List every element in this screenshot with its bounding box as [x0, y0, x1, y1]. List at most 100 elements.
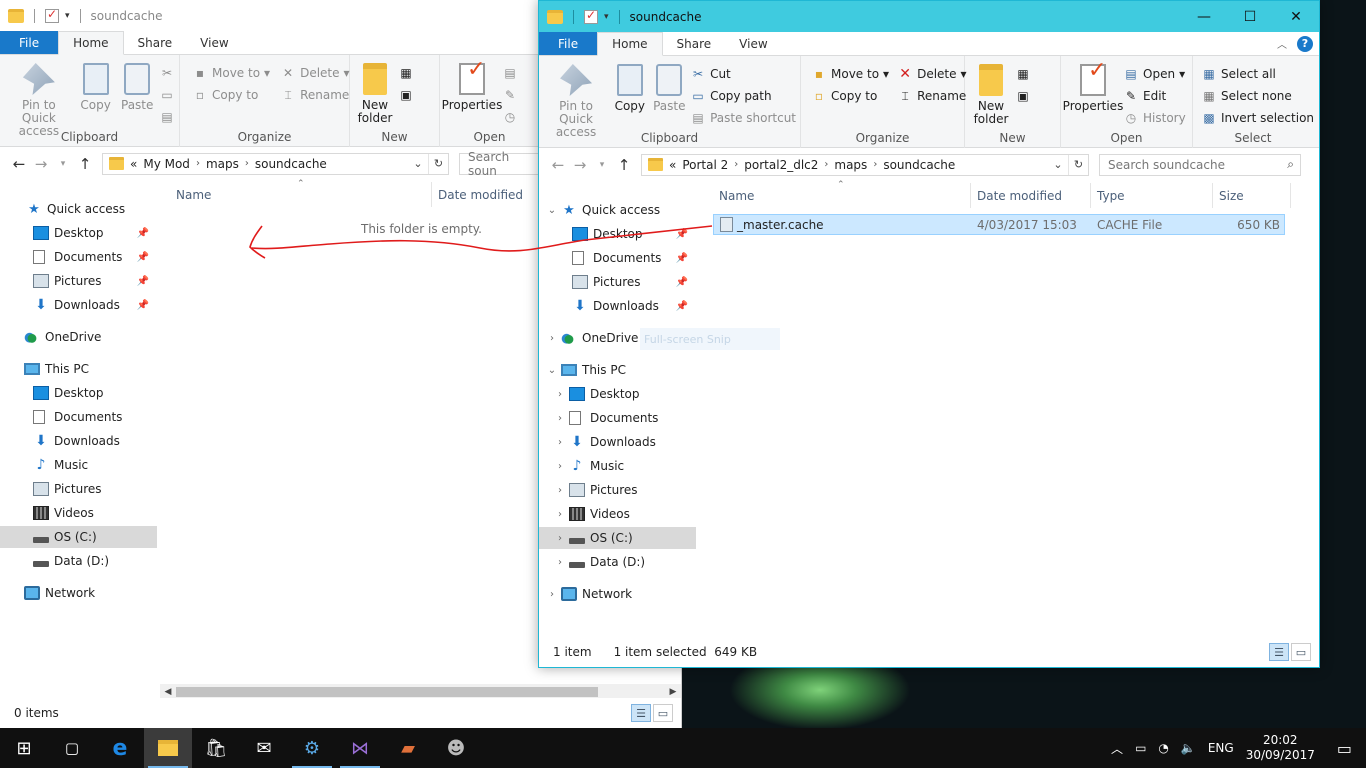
back-arrow-icon[interactable]: ← [547, 156, 569, 174]
battery-icon[interactable]: ▭ [1135, 741, 1146, 755]
column-header-date[interactable]: Date modified [432, 182, 552, 207]
nav-item-documents[interactable]: Documents [0, 406, 157, 428]
tab-view[interactable]: View [725, 32, 781, 55]
breadcrumb-separator-icon[interactable]: › [824, 159, 828, 170]
nav-item-desktop[interactable]: Desktop [0, 382, 157, 404]
breadcrumb-separator-icon[interactable]: › [734, 159, 738, 170]
wifi-icon[interactable]: ◔ [1158, 741, 1168, 755]
nav-item-desktop[interactable]: › Desktop [539, 383, 696, 405]
nav-item-data-d[interactable]: Data (D:) [0, 550, 157, 572]
nav-onedrive[interactable]: OneDrive [0, 326, 157, 348]
start-icon[interactable]: ⊞ [0, 728, 48, 768]
cut-icon[interactable]: ✂ [159, 65, 175, 81]
nav-item-os-c[interactable]: › OS (C:) [539, 527, 696, 549]
move-to-button[interactable]: ▪ Move to ▾ [192, 65, 270, 81]
expand-chevron-icon[interactable]: › [553, 389, 567, 400]
nav-item-os-c[interactable]: OS (C:) [0, 526, 157, 548]
breadcrumb-item[interactable]: portal2_dlc2 [744, 158, 818, 172]
action-center-icon[interactable]: ▭ [1337, 739, 1352, 758]
refresh-icon[interactable]: ↻ [1068, 154, 1088, 175]
customize-toolbar-caret-icon[interactable]: ▾ [65, 11, 70, 21]
paste-shortcut-button[interactable]: ▤ Paste shortcut [690, 110, 796, 126]
overflow-chevron[interactable]: « [130, 157, 137, 171]
expand-chevron-icon[interactable]: › [553, 533, 567, 544]
large-icons-view-icon[interactable]: ▭ [653, 704, 673, 722]
nav-quick-access[interactable]: ⌄ ★ Quick access [539, 199, 696, 221]
history-icon[interactable]: ◷ [502, 109, 518, 125]
address-bar[interactable]: « Portal 2 › portal2_dlc2 › maps › sound… [641, 153, 1089, 176]
nav-network[interactable]: › Network [539, 583, 696, 605]
breadcrumb-separator-icon[interactable]: › [873, 159, 877, 170]
maximize-icon[interactable]: ☐ [1227, 1, 1273, 32]
breadcrumb-item[interactable]: soundcache [255, 157, 327, 171]
select-all-button[interactable]: ▦ Select all [1201, 66, 1314, 82]
store-icon[interactable]: 🛍 [192, 728, 240, 768]
recent-locations-chevron-icon[interactable]: ▾ [52, 159, 74, 169]
properties-icon[interactable] [45, 7, 59, 23]
column-header-name[interactable]: Name ⌃ [160, 179, 432, 207]
scrollbar-thumb[interactable] [176, 687, 598, 697]
tab-share[interactable]: Share [124, 31, 187, 54]
edit-icon[interactable]: ✎ [502, 87, 518, 103]
details-view-icon[interactable]: ☰ [631, 704, 651, 722]
expand-chevron-icon[interactable]: › [553, 509, 567, 520]
nav-item-desktop[interactable]: Desktop 📌 [0, 222, 157, 244]
breadcrumb-item[interactable]: My Mod [143, 157, 190, 171]
steam-icon[interactable]: ⚙ [288, 728, 336, 768]
invert-selection-button[interactable]: ▩ Invert selection [1201, 110, 1314, 126]
search-input[interactable]: Search soundcache ⌕ [1099, 153, 1301, 176]
expand-chevron-icon[interactable]: › [553, 413, 567, 424]
nav-item-music[interactable]: › ♪ Music [539, 455, 696, 477]
edge-browser-icon[interactable]: e [96, 728, 144, 768]
tab-file[interactable]: File [0, 31, 59, 54]
breadcrumb-item[interactable]: maps [206, 157, 239, 171]
clock[interactable]: 20:02 30/09/2017 [1246, 733, 1315, 763]
edit-button[interactable]: ✎ Edit [1123, 88, 1186, 104]
new-item-icon[interactable]: ▦ [398, 65, 414, 81]
up-arrow-icon[interactable]: ↑ [613, 156, 635, 174]
breadcrumb-item[interactable]: maps [834, 158, 867, 172]
nav-item-downloads[interactable]: › ⬇ Downloads [539, 431, 696, 453]
copy-to-button[interactable]: ▫ Copy to [811, 88, 889, 104]
new-item-icon[interactable]: ▦ [1015, 66, 1031, 82]
copy-path-button[interactable]: ▭ Copy path [690, 88, 796, 104]
open-button[interactable]: ▤ Open ▾ [1123, 66, 1186, 82]
move-to-button[interactable]: ▪ Move to ▾ [811, 66, 889, 82]
search-icon[interactable]: ⌕ [1287, 157, 1294, 172]
overflow-chevron[interactable]: « [669, 158, 676, 172]
file-explorer-icon[interactable] [144, 728, 192, 768]
collapse-chevron-icon[interactable]: ⌄ [545, 205, 559, 216]
copy-path-icon[interactable]: ▭ [159, 87, 175, 103]
column-header-date[interactable]: Date modified [971, 183, 1091, 208]
history-button[interactable]: ◷ History [1123, 110, 1186, 126]
recent-locations-chevron-icon[interactable]: ▾ [591, 160, 613, 170]
open-icon[interactable]: ▤ [502, 65, 518, 81]
expand-chevron-icon[interactable]: › [553, 437, 567, 448]
rename-button[interactable]: ⌶ Rename [897, 88, 966, 104]
nav-item-videos[interactable]: › Videos [539, 503, 696, 525]
delete-button[interactable]: ✕ Delete ▾ [280, 65, 350, 81]
large-icons-view-icon[interactable]: ▭ [1291, 643, 1311, 661]
nav-item-data-d[interactable]: › Data (D:) [539, 551, 696, 573]
expand-chevron-icon[interactable]: › [545, 333, 559, 344]
nav-item-pictures[interactable]: Pictures [0, 478, 157, 500]
close-icon[interactable]: ✕ [1273, 1, 1319, 32]
task-view-icon[interactable]: ▢ [48, 728, 96, 768]
forward-arrow-icon[interactable]: → [569, 156, 591, 174]
expand-chevron-icon[interactable]: › [553, 461, 567, 472]
refresh-icon[interactable]: ↻ [428, 153, 448, 174]
breadcrumb-separator-icon[interactable]: › [196, 158, 200, 169]
nav-this-pc[interactable]: ⌄ This PC [539, 359, 696, 381]
table-row[interactable]: _master.cache 4/03/2017 15:03 CACHE File… [713, 214, 1285, 235]
forward-arrow-icon[interactable]: → [30, 155, 52, 173]
address-bar[interactable]: « My Mod › maps › soundcache ⌄ ↻ [102, 152, 449, 175]
help-icon[interactable]: ? [1297, 35, 1313, 52]
column-header-name[interactable]: Name ⌃ [713, 180, 971, 208]
expand-chevron-icon[interactable]: › [545, 589, 559, 600]
tab-file[interactable]: File [539, 32, 598, 55]
easy-access-icon[interactable]: ▣ [1015, 88, 1031, 104]
rename-button[interactable]: ⌶ Rename [280, 87, 349, 103]
details-view-icon[interactable]: ☰ [1269, 643, 1289, 661]
nav-item-documents[interactable]: › Documents [539, 407, 696, 429]
expand-chevron-icon[interactable]: › [553, 557, 567, 568]
